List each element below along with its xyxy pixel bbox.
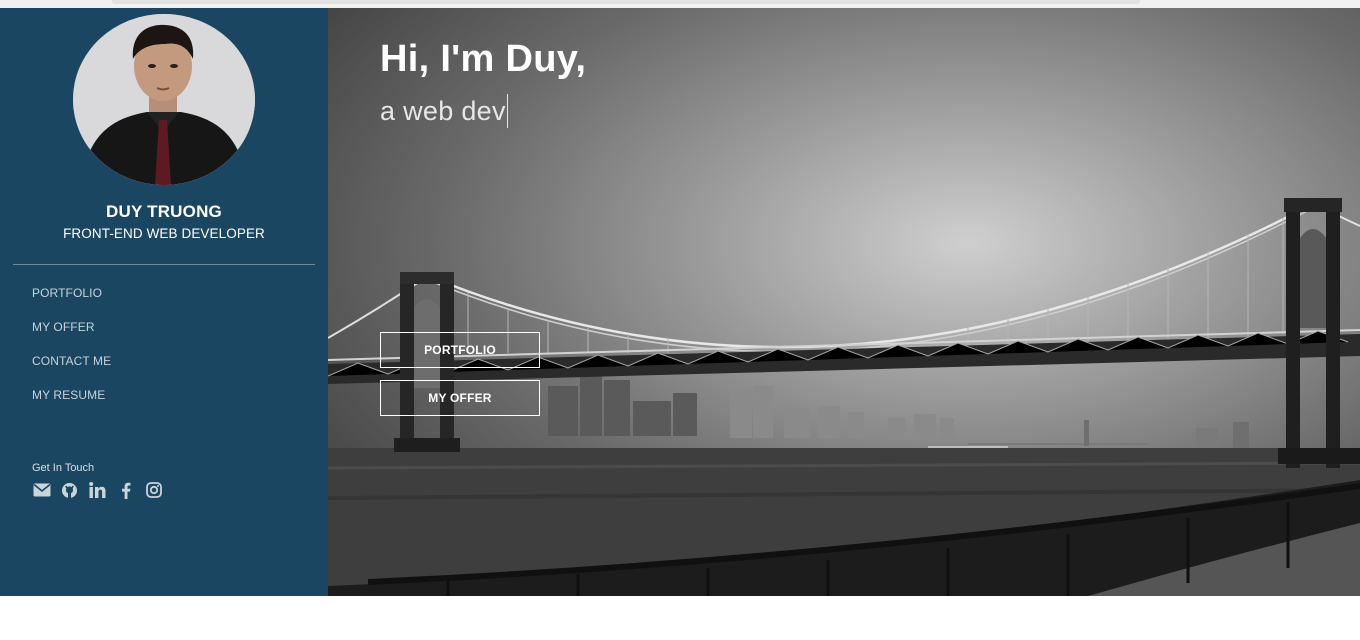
nav-item-contact-me[interactable]: CONTACT ME (32, 354, 111, 388)
browser-scrollbar (112, 0, 1140, 4)
avatar-photo (73, 14, 255, 185)
hero-typed-text: a web dev (380, 94, 508, 128)
hero-section: Hi, I'm Duy, a web dev PORTFOLIO MY OFFE… (328, 8, 1360, 596)
sidebar: DUY TRUONG FRONT-END WEB DEVELOPER PORTF… (0, 8, 328, 596)
social-links (32, 481, 163, 499)
get-in-touch-label: Get In Touch (32, 462, 95, 474)
typing-cursor (506, 94, 508, 128)
instagram-icon[interactable] (144, 481, 163, 499)
sidebar-divider (13, 264, 315, 265)
typed-text-value: a web dev (380, 96, 506, 126)
nav-item-my-offer[interactable]: MY OFFER (32, 320, 111, 354)
nav-item-my-resume[interactable]: MY RESUME (32, 388, 111, 422)
hero-greeting: Hi, I'm Duy, (380, 38, 587, 80)
sidebar-nav: PORTFOLIO MY OFFER CONTACT ME MY RESUME (32, 286, 111, 422)
avatar (73, 14, 255, 185)
browser-top-strip (0, 0, 1360, 8)
portfolio-button[interactable]: PORTFOLIO (380, 332, 540, 368)
my-offer-button[interactable]: MY OFFER (380, 380, 540, 416)
profile-title: FRONT-END WEB DEVELOPER (63, 226, 265, 241)
nav-item-portfolio[interactable]: PORTFOLIO (32, 286, 111, 320)
facebook-icon[interactable] (116, 481, 135, 499)
envelope-icon[interactable] (32, 481, 51, 499)
profile-name: DUY TRUONG (106, 202, 222, 221)
github-icon[interactable] (60, 481, 79, 499)
linkedin-icon[interactable] (88, 481, 107, 499)
